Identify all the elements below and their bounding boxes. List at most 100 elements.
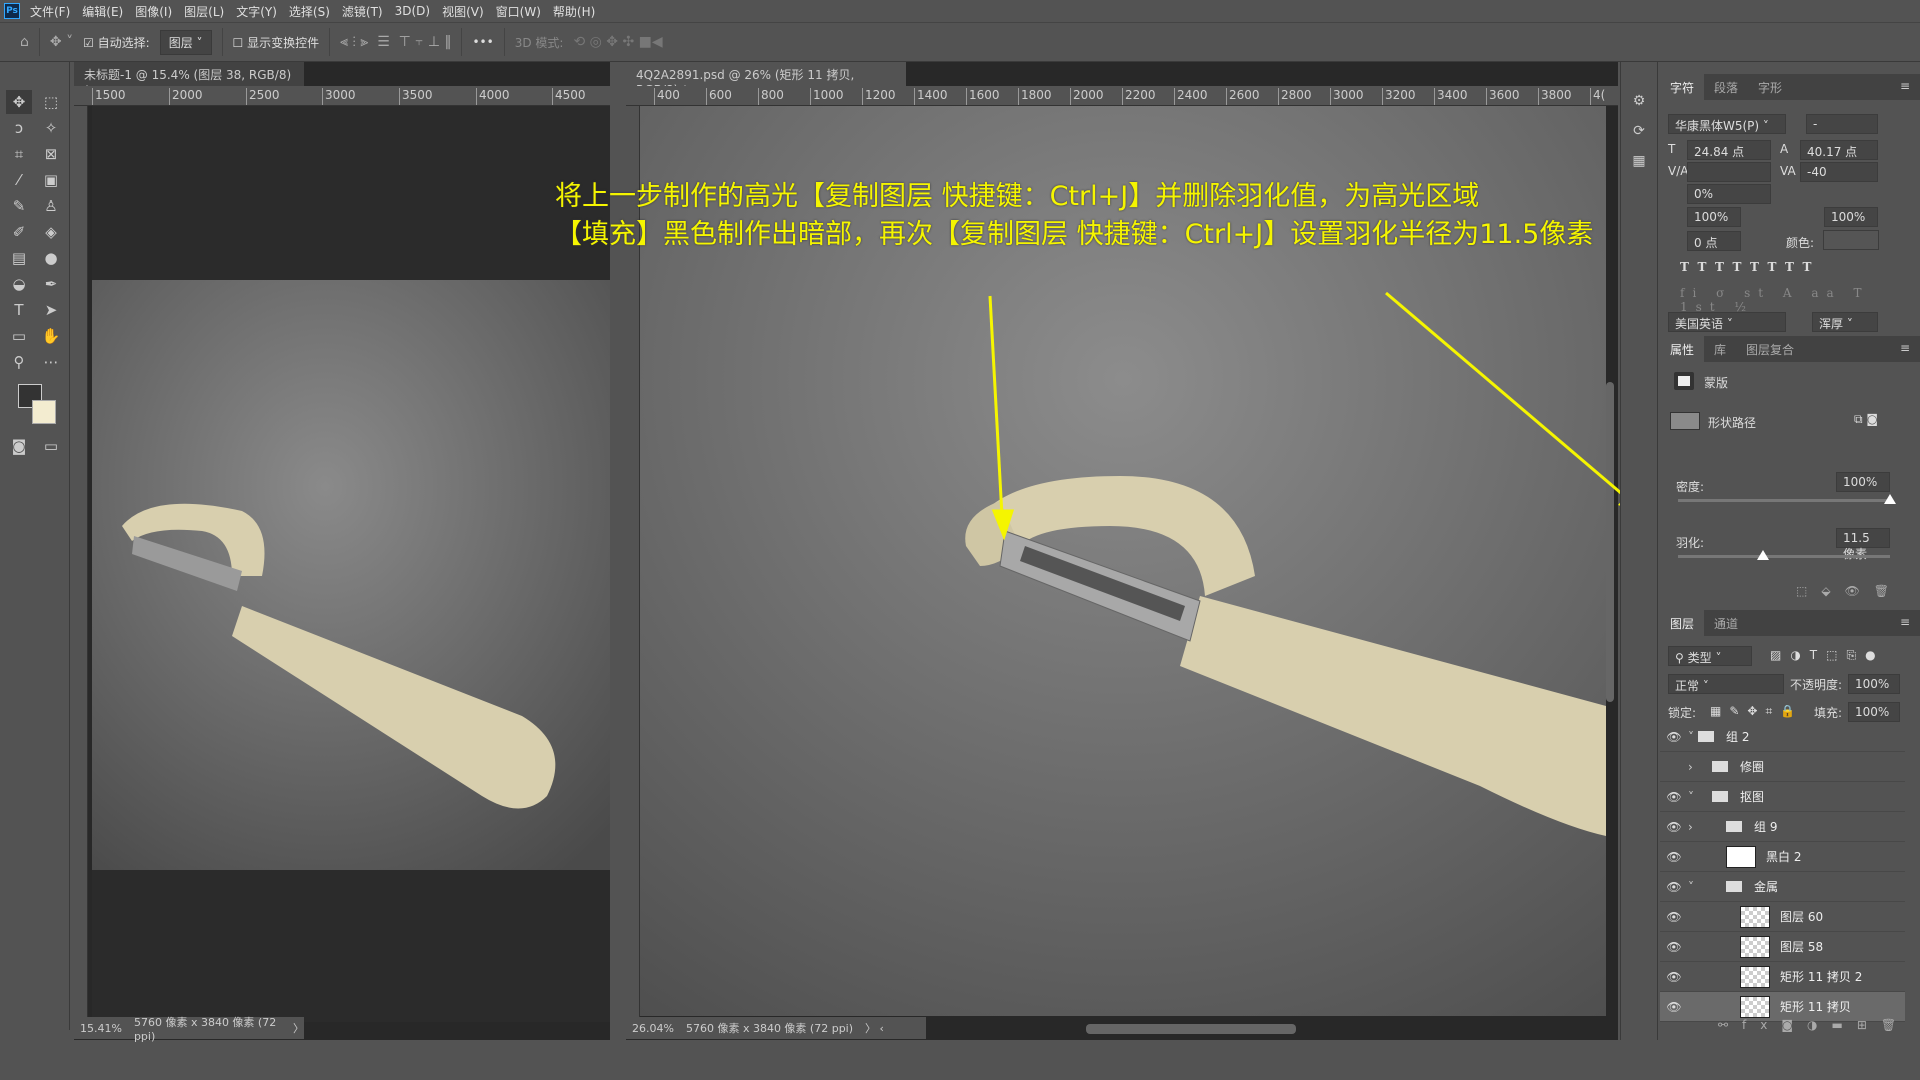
layer-row[interactable]: 👁 ˅ 抠图 <box>1660 782 1905 812</box>
menu-type[interactable]: 文字(Y) <box>236 3 277 20</box>
quick-mask-icon[interactable]: ◙ <box>6 434 32 458</box>
zoom-level[interactable]: 15.41% <box>80 1022 122 1035</box>
layer-row[interactable]: 👁 ˅ 组 2 <box>1660 722 1905 752</box>
tab-properties[interactable]: 属性 <box>1660 336 1705 362</box>
density-slider-handle[interactable] <box>1884 494 1896 504</box>
menu-select[interactable]: 选择(S) <box>289 3 330 20</box>
dock-icons[interactable]: ⚙ ⟳ ▦ <box>1621 86 1657 176</box>
document-tab-2[interactable]: 4Q2A2891.psd @ 26% (矩形 11 拷贝, RGB/8) * × <box>626 62 906 97</box>
visibility-eye-icon[interactable]: 👁 <box>1660 970 1688 984</box>
panel-menu-icon[interactable]: ≡ <box>1890 74 1920 100</box>
show-transform-checkbox[interactable]: ☐ 显示变换控件 <box>233 34 320 51</box>
feather-field[interactable]: 11.5 像素 <box>1836 528 1890 561</box>
font-family-select[interactable]: 华康黑体W5(P) ˅ <box>1668 114 1786 134</box>
move-tool-icon[interactable]: ✥ <box>6 90 32 114</box>
menu-view[interactable]: 视图(V) <box>442 3 484 20</box>
hand-icon[interactable]: ✋ <box>38 324 64 348</box>
vertical-scale-field[interactable]: 100% <box>1687 207 1741 227</box>
lock-icons[interactable]: ▦✎✥⌗🔒 <box>1710 704 1803 719</box>
pen-icon[interactable]: ✒ <box>38 272 64 296</box>
density-field[interactable]: 100% <box>1836 472 1890 492</box>
rectangle-icon[interactable]: ▭ <box>6 324 32 348</box>
panel-menu-icon[interactable]: ≡ <box>1890 336 1920 362</box>
3d-mode-icons[interactable]: ⟲ ◎ ✥ ✣ ■◀ <box>573 34 662 50</box>
layer-row[interactable]: 👁 ˅ 金属 <box>1660 872 1905 902</box>
auto-select-dropdown[interactable]: 图层 ˅ <box>159 29 212 55</box>
tab-paragraph[interactable]: 段落 <box>1704 74 1748 100</box>
background-color-swatch[interactable] <box>32 400 56 424</box>
dodge-icon[interactable]: ◒ <box>6 272 32 296</box>
document-tab-1[interactable]: 未标题-1 @ 15.4% (图层 38, RGB/8) * × <box>74 62 304 97</box>
visibility-eye-icon[interactable]: 👁 <box>1660 790 1688 804</box>
layers-footer-icons[interactable]: ⚯fx◙◑▬⊞🗑 <box>1718 1018 1910 1032</box>
zoom-level[interactable]: 26.04% <box>632 1022 674 1035</box>
brush-icon[interactable]: ✎ <box>6 194 32 218</box>
tab-layer-comps[interactable]: 图层复合 <box>1736 336 1804 362</box>
opentype-buttons[interactable]: fi σ st A aa T 1st ½ <box>1680 286 1920 314</box>
blend-mode-select[interactable]: 正常 ˅ <box>1668 674 1784 694</box>
menu-help[interactable]: 帮助(H) <box>553 3 595 20</box>
layer-row[interactable]: 👁 矩形 11 拷贝 2 <box>1660 962 1905 992</box>
density-slider[interactable] <box>1678 494 1896 504</box>
gradient-icon[interactable]: ▤ <box>6 246 32 270</box>
font-style-select[interactable]: - <box>1806 114 1878 134</box>
text-color-swatch[interactable] <box>1823 230 1879 250</box>
visibility-eye-icon[interactable]: 👁 <box>1660 880 1688 894</box>
move-tool-icon[interactable]: ✥ ˅ <box>50 34 73 50</box>
antialias-select[interactable]: 浑厚 ˅ <box>1812 312 1878 332</box>
feather-slider[interactable] <box>1678 550 1890 560</box>
menu-edit[interactable]: 编辑(E) <box>82 3 123 20</box>
tab-libraries[interactable]: 库 <box>1704 336 1736 362</box>
font-size-field[interactable]: 24.84 点 <box>1687 140 1771 160</box>
stamp-icon[interactable]: ♙ <box>38 194 64 218</box>
crop-tool-icon[interactable]: ⌗ <box>6 142 32 166</box>
layer-row[interactable]: 👁 黑白 2 <box>1660 842 1905 872</box>
menu-image[interactable]: 图像(I) <box>135 3 172 20</box>
properties-footer-icons[interactable]: ⬚⬙👁🗑 <box>1796 584 1903 598</box>
layer-row[interactable]: 👁 › 组 9 <box>1660 812 1905 842</box>
baseline-shift-field[interactable]: 0 点 <box>1687 231 1741 251</box>
auto-select-checkbox[interactable]: ☑ 自动选择: <box>83 34 150 51</box>
blur-icon[interactable]: ● <box>38 246 64 270</box>
fill-field[interactable]: 100% <box>1848 702 1900 722</box>
visibility-eye-icon[interactable]: 👁 <box>1660 1000 1688 1014</box>
horizontal-scale-field[interactable]: 100% <box>1824 207 1878 227</box>
visibility-eye-icon[interactable]: 👁 <box>1660 940 1688 954</box>
menu-window[interactable]: 窗口(W) <box>496 3 541 20</box>
layer-filter-select[interactable]: ⚲ 类型 ˅ <box>1668 646 1752 666</box>
more-button[interactable]: ••• <box>472 35 493 49</box>
visibility-eye-icon[interactable]: 👁 <box>1660 910 1688 924</box>
eyedropper-icon[interactable]: ⁄ <box>6 168 32 192</box>
path-select-icon[interactable]: ➤ <box>38 298 64 322</box>
menu-filter[interactable]: 滤镜(T) <box>342 3 383 20</box>
tab-glyphs[interactable]: 字形 <box>1748 74 1792 100</box>
type-tool-icon[interactable]: T <box>6 298 32 322</box>
marquee-tool-icon[interactable]: ⬚ <box>38 90 64 114</box>
tracking-field[interactable]: -40 <box>1800 162 1878 182</box>
screen-mode-icon[interactable]: ▭ <box>38 434 64 458</box>
type-style-buttons[interactable]: TTTTTTTT <box>1680 260 1820 274</box>
opacity-field[interactable]: 100% <box>1848 674 1900 694</box>
panel-menu-icon[interactable]: ≡ <box>1890 610 1920 636</box>
layer-row[interactable]: 👁 图层 60 <box>1660 902 1905 932</box>
tab-channels[interactable]: 通道 <box>1704 610 1748 636</box>
magic-wand-icon[interactable]: ✧ <box>38 116 64 140</box>
vector-mask-icons[interactable]: ⧉ ◙ <box>1854 412 1878 427</box>
tab-character[interactable]: 字符 <box>1660 74 1705 100</box>
leading-field[interactable]: 40.17 点 <box>1800 140 1878 160</box>
menu-file[interactable]: 文件(F) <box>30 3 70 20</box>
tab-layers[interactable]: 图层 <box>1660 610 1705 636</box>
feather-slider-handle[interactable] <box>1757 550 1769 560</box>
visibility-eye-icon[interactable]: 👁 <box>1660 730 1688 744</box>
canvas-1[interactable] <box>92 106 610 1022</box>
align-icons[interactable]: ⫷ ⫶ ⫸ ☰ ⊤ ⫟ ⊥ ‖ <box>340 34 451 50</box>
lasso-tool-icon[interactable]: ↄ <box>6 116 32 140</box>
tsume-field[interactable]: 0% <box>1687 184 1771 204</box>
home-icon[interactable]: ⌂ <box>20 34 29 50</box>
frame-tool-icon[interactable]: ⊠ <box>38 142 64 166</box>
layer-row[interactable]: 👁 图层 58 <box>1660 932 1905 962</box>
kerning-field[interactable] <box>1687 162 1771 182</box>
history-brush-icon[interactable]: ✐ <box>6 220 32 244</box>
menu-3d[interactable]: 3D(D) <box>395 4 430 18</box>
zoom-icon[interactable]: ⚲ <box>6 350 32 374</box>
